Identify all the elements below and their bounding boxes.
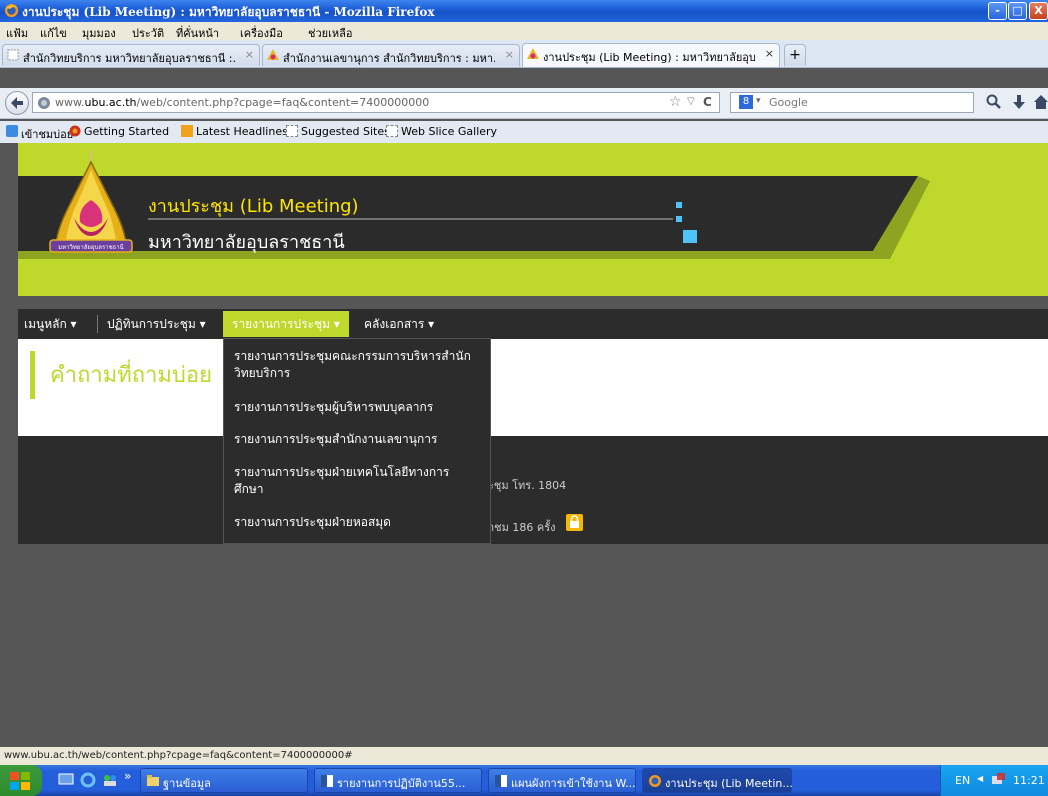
word-document-icon bbox=[320, 774, 334, 788]
site-logo-icon bbox=[527, 48, 539, 60]
home-icon[interactable] bbox=[1034, 94, 1048, 110]
window-title: งานประชุม (Lib Meeting) : มหาวิทยาลัยอุบ… bbox=[22, 5, 435, 19]
quicklaunch-expand-icon[interactable]: » bbox=[124, 769, 131, 783]
dropdown-item-library[interactable]: รายงานการประชุมฝ่ายหอสมุด bbox=[234, 514, 391, 531]
dropdown-item-executive-committee[interactable]: รายงานการประชุมคณะกรรมการบริหารสำนัก วิท… bbox=[234, 348, 471, 382]
start-button[interactable] bbox=[0, 765, 42, 796]
system-tray: EN ◀ 11:21 bbox=[940, 765, 1048, 796]
menu-bar: แฟ้ม แก้ไข มุมมอง ประวัติ ที่คั่นหน้า เค… bbox=[0, 22, 1048, 40]
back-button[interactable] bbox=[5, 91, 29, 115]
minimize-button[interactable]: - bbox=[988, 2, 1007, 20]
history-dropdown-icon[interactable]: ▽ bbox=[687, 96, 695, 107]
footer-contact: ะชุม โทร. 1804 bbox=[488, 479, 567, 492]
most-visited-icon bbox=[6, 125, 18, 137]
dropdown-item-educational-technology[interactable]: รายงานการประชุมฝ่ายเทคโนโลยีทางการ ศึกษา bbox=[234, 464, 449, 498]
page-icon bbox=[286, 125, 298, 137]
university-logo: มหาวิทยาลัยอุบลราชธานี bbox=[38, 148, 144, 256]
site-logo-icon bbox=[267, 49, 279, 61]
site-title: งานประชุม (Lib Meeting) bbox=[148, 196, 359, 217]
close-button[interactable]: X bbox=[1029, 2, 1048, 20]
new-tab-button[interactable]: + bbox=[784, 44, 806, 66]
dropdown-item-executives-staff[interactable]: รายงานการประชุมผู้บริหารพบบุคลากร bbox=[234, 399, 433, 416]
site-identity-icon[interactable] bbox=[37, 96, 51, 110]
search-engine-dropdown-icon[interactable]: ▾ bbox=[756, 96, 761, 106]
site-header: มหาวิทยาลัยอุบลราชธานี งานประชุม (Lib Me… bbox=[18, 143, 1048, 296]
page-icon bbox=[7, 49, 19, 61]
logo-text: มหาวิทยาลัยอุบลราชธานี bbox=[58, 243, 124, 251]
site-footer: ะชุม โทร. 1804 าชม 186 ครั้ง bbox=[18, 436, 1048, 544]
internet-explorer-icon[interactable] bbox=[80, 772, 96, 788]
nav-document-archive[interactable]: คลังเอกสาร ▾ bbox=[364, 315, 434, 334]
window-title-bar: งานประชุม (Lib Meeting) : มหาวิทยาลัยอุบ… bbox=[0, 0, 1048, 22]
tab-close-icon[interactable]: × bbox=[505, 48, 514, 61]
main-content: คำถามที่ถามบ่อย bbox=[18, 339, 1048, 436]
nav-divider bbox=[97, 315, 98, 333]
windows-taskbar: » ฐานข้อมูล รายงานการปฏิบัติงาน55... แผน… bbox=[0, 765, 1048, 796]
tab-label: สำนักวิทยบริการ มหาวิทยาลัยอุบลราชธานี :… bbox=[23, 52, 235, 65]
bookmark-most-visited[interactable]: เข้าชมบ่อย bbox=[21, 125, 73, 143]
maximize-button[interactable]: □ bbox=[1008, 2, 1027, 20]
taskbar-button-firefox[interactable]: งานประชุม (Lib Meetin... bbox=[642, 768, 793, 793]
footer-visit-count: าชม 186 ครั้ง bbox=[488, 521, 556, 534]
page-icon bbox=[386, 125, 398, 137]
folder-icon bbox=[146, 774, 160, 787]
tab-lib-meeting[interactable]: งานประชุม (Lib Meeting) : มหาวิทยาลัยอุบ… bbox=[522, 43, 780, 67]
bookmark-suggested-sites[interactable]: Suggested Sites bbox=[301, 125, 390, 138]
tab-bar: สำนักวิทยบริการ มหาวิทยาลัยอุบลราชธานี :… bbox=[0, 40, 1048, 68]
status-bar: www.ubu.ac.th/web/content.php?cpage=faq&… bbox=[0, 747, 1048, 765]
rss-icon bbox=[181, 125, 193, 137]
reload-icon[interactable]: C bbox=[703, 95, 712, 109]
site-navigation: เมนูหลัก ▾ ปฏิทินการประชุม ▾ รายงานการปร… bbox=[18, 309, 1048, 339]
bookmark-web-slice-gallery[interactable]: Web Slice Gallery bbox=[401, 125, 497, 138]
language-indicator[interactable]: EN bbox=[955, 774, 970, 787]
search-engine-name: Google bbox=[769, 96, 808, 109]
url-text: www.ubu.ac.th/web/content.php?cpage=faq&… bbox=[55, 96, 430, 109]
bookmark-star-icon[interactable]: ☆ bbox=[669, 94, 682, 110]
download-icon[interactable] bbox=[1012, 94, 1026, 110]
bookmark-latest-headlines[interactable]: Latest Headlines bbox=[196, 125, 288, 138]
nav-meeting-reports[interactable]: รายงานการประชุม ▾ bbox=[223, 311, 349, 337]
bookmark-getting-started[interactable]: Getting Started bbox=[84, 125, 169, 138]
messenger-icon[interactable] bbox=[102, 772, 118, 788]
tab-close-icon[interactable]: × bbox=[245, 48, 254, 61]
windows-logo-icon bbox=[10, 772, 30, 790]
back-arrow-icon bbox=[11, 97, 23, 109]
nav-meeting-calendar[interactable]: ปฏิทินการประชุม ▾ bbox=[107, 315, 206, 334]
taskbar-button-database[interactable]: ฐานข้อมูล bbox=[140, 768, 308, 793]
language-arrow-icon[interactable]: ◀ bbox=[977, 774, 983, 783]
tab-label: สำนักงานเลขานุการ สำนักวิทยบริการ : มหา.… bbox=[283, 52, 495, 65]
taskbar-button-performance-report[interactable]: รายงานการปฏิบัติงาน55... bbox=[314, 768, 482, 793]
dropdown-item-secretariat[interactable]: รายงานการประชุมสำนักงานเลขานุการ bbox=[234, 431, 437, 448]
tab-label: งานประชุม (Lib Meeting) : มหาวิทยาลัยอุบ… bbox=[543, 51, 755, 64]
heading-accent-bar bbox=[30, 351, 35, 399]
navigation-bar: www.ubu.ac.th/web/content.php?cpage=faq&… bbox=[0, 88, 1048, 119]
word-document-icon bbox=[494, 774, 508, 788]
page-heading: คำถามที่ถามบ่อย bbox=[50, 363, 212, 388]
web-page: มหาวิทยาลัยอุบลราชธานี งานประชุม (Lib Me… bbox=[0, 143, 1048, 747]
firefox-getting-started-icon bbox=[69, 125, 81, 137]
tab-secretariat[interactable]: สำนักงานเลขานุการ สำนักวิทยบริการ : มหา.… bbox=[262, 44, 520, 66]
firefox-icon bbox=[648, 774, 662, 788]
meeting-reports-dropdown: รายงานการประชุมคณะกรรมการบริหารสำนัก วิท… bbox=[223, 338, 491, 544]
search-bar[interactable]: 8 ▾ Google bbox=[730, 92, 974, 113]
firefox-icon bbox=[4, 3, 19, 18]
search-engine-icon[interactable]: 8 bbox=[739, 95, 753, 109]
tab-close-icon[interactable]: × bbox=[765, 47, 774, 60]
bookmarks-toolbar: เข้าชมบ่อย Getting Started Latest Headli… bbox=[0, 121, 1048, 143]
url-bar[interactable]: www.ubu.ac.th/web/content.php?cpage=faq&… bbox=[32, 92, 720, 113]
clock: 11:21 bbox=[1013, 774, 1045, 787]
university-name: มหาวิทยาลัยอุบลราชธานี bbox=[148, 232, 345, 253]
search-magnifier-icon[interactable] bbox=[986, 94, 1002, 110]
show-desktop-icon[interactable] bbox=[58, 773, 74, 787]
nav-main-menu[interactable]: เมนูหลัก ▾ bbox=[24, 315, 77, 334]
tab-library-services[interactable]: สำนักวิทยบริการ มหาวิทยาลัยอุบลราชธานี :… bbox=[2, 44, 260, 66]
lock-icon bbox=[566, 514, 583, 531]
taskbar-button-access-map[interactable]: แผนผังการเข้าใช้งาน W... bbox=[488, 768, 636, 793]
status-link-url: www.ubu.ac.th/web/content.php?cpage=faq&… bbox=[4, 750, 353, 761]
network-icon[interactable] bbox=[991, 772, 1007, 788]
